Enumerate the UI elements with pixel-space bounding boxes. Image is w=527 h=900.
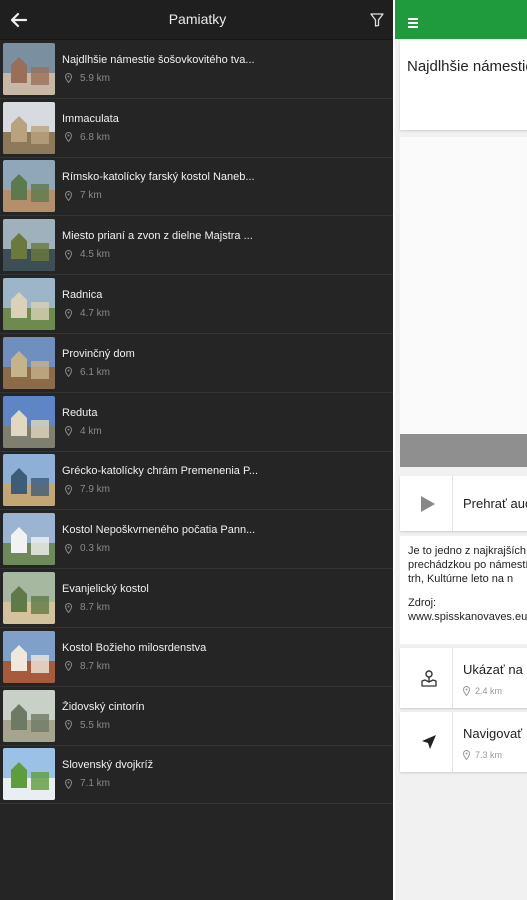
card-separator [452, 648, 453, 708]
landmark-thumbnail [3, 572, 55, 625]
list-item-distance: 4 km [62, 426, 393, 437]
source-link[interactable]: www.spisskanovaves.eu [408, 610, 527, 624]
play-audio-label: Prehrať audio [463, 496, 527, 511]
description-line: trh, Kultúrne leto na n [408, 573, 514, 585]
list-item[interactable]: Židovský cintorín 5.5 km [0, 687, 393, 746]
list-item[interactable]: Rímsko-katolícky farský kostol Naneb... 7… [0, 158, 393, 217]
page-title: Pamiatky [168, 11, 227, 27]
map-pin-icon [421, 670, 437, 687]
card-separator [452, 476, 453, 531]
list-item[interactable]: Provinčný dom 6.1 km [0, 334, 393, 393]
navigate-distance: 7.3 km [463, 750, 502, 760]
list-item[interactable]: Miesto prianí a zvon z dielne Majstra ..… [0, 216, 393, 276]
list-item-distance: 4.7 km [62, 308, 393, 319]
description-line: Je to jedno z najkrajších [408, 545, 527, 557]
landmark-thumbnail [3, 689, 55, 742]
source-label: Zdroj: [408, 597, 437, 609]
list-item-title: Židovský cintorín [62, 700, 145, 713]
landmark-thumbnail [3, 336, 55, 389]
list-item-title: Evanjelický kostol [62, 583, 149, 596]
detail-panel: Najdlhšie námestie šošovkovitého tvaru P… [395, 0, 527, 900]
list-item-distance: 0.3 km [62, 543, 393, 554]
detail-title: Najdlhšie námestie šošovkovitého tvaru [407, 58, 527, 75]
landmark-thumbnail [3, 160, 55, 213]
list-item[interactable]: Grécko-katolícky chrám Premenenia P... 7.… [0, 452, 393, 511]
play-icon [421, 496, 435, 512]
map-footer-strip [400, 434, 527, 467]
navigation-arrow-icon [422, 735, 436, 749]
list-item-distance: 4.5 km [62, 249, 393, 260]
filter-icon[interactable] [369, 12, 385, 28]
list-item-title: Slovenský dvojkríž [62, 759, 154, 772]
card-separator [452, 712, 453, 772]
show-on-map-button[interactable]: Ukázať na mape 2.4 km [400, 648, 527, 708]
play-audio-button[interactable]: Prehrať audio [400, 476, 527, 531]
list-item-title: Kostol Nepoškvrneného počatia Pann... [62, 524, 256, 537]
list-item-title: Miesto prianí a zvon z dielne Majstra ..… [62, 230, 253, 243]
description-block: Je to jedno z najkrajších prechádzkou po… [400, 536, 527, 644]
navigate-button[interactable]: Navigovať 7.3 km [400, 712, 527, 772]
landmark-thumbnail [3, 278, 55, 331]
list-item[interactable]: Slovenský dvojkríž 7.1 km [0, 746, 393, 805]
landmark-thumbnail [3, 513, 55, 566]
show-on-map-label: Ukázať na mape [463, 662, 527, 677]
list-item[interactable]: Reduta 4 km [0, 393, 393, 452]
show-on-map-distance: 2.4 km [463, 686, 502, 696]
landmark-thumbnail [3, 101, 55, 154]
list-item-title: Kostol Božieho milosrdenstva [62, 641, 207, 654]
location-pin-icon [463, 686, 470, 696]
list-item-distance: 5.5 km [62, 720, 393, 731]
landmark-thumbnail [3, 395, 55, 448]
list-item-distance: 7.1 km [62, 778, 393, 789]
list-item-title: Radnica [62, 289, 103, 302]
list-item[interactable]: Evanjelický kostol 8.7 km [0, 569, 393, 628]
detail-app-bar [395, 0, 527, 39]
landmarks-list: Najdlhšie námestie šošovkovitého tva... 5… [0, 40, 393, 805]
top-app-bar: Pamiatky [0, 0, 395, 40]
list-item-distance: 8.7 km [62, 602, 393, 613]
list-item[interactable]: Kostol Nepoškvrneného počatia Pann... 0.3… [0, 510, 393, 570]
menu-icon[interactable] [408, 15, 418, 28]
list-item[interactable]: Najdlhšie námestie šošovkovitého tva... 5… [0, 40, 393, 99]
landmark-thumbnail [3, 42, 55, 95]
description-line: prechádzkou po námestí [408, 559, 527, 571]
list-item-title: Reduta [62, 406, 98, 419]
list-item-title: Immaculata [62, 112, 119, 125]
landmark-thumbnail [3, 219, 55, 272]
list-item[interactable]: Kostol Božieho milosrdenstva 8.7 km [0, 628, 393, 687]
list-item[interactable]: Immaculata 6.8 km [0, 99, 393, 158]
list-item-distance: 7.9 km [62, 484, 393, 495]
landmark-thumbnail [3, 454, 55, 507]
list-item[interactable]: Radnica 4.7 km [0, 275, 393, 334]
landmark-thumbnail [3, 630, 55, 683]
list-item-distance: 6.1 km [62, 367, 393, 378]
list-item-title: Provinčný dom [62, 347, 135, 360]
detail-title-card: Najdlhšie námestie šošovkovitého tvaru [400, 40, 527, 130]
list-item-title: Rímsko-katolícky farský kostol Naneb... [62, 171, 255, 184]
list-item-distance: 6.8 km [62, 132, 393, 143]
landmarks-panel: Pamiatky Najdlhšie námestie šošovkovitéh… [0, 0, 395, 900]
map-view[interactable] [400, 137, 527, 434]
location-pin-icon [463, 750, 470, 760]
list-item-title: Najdlhšie námestie šošovkovitého tva... [62, 53, 255, 66]
list-item-distance: 8.7 km [62, 661, 393, 672]
navigate-label: Navigovať [463, 726, 523, 741]
list-item-distance: 5.9 km [62, 73, 393, 84]
list-item-distance: 7 km [62, 190, 393, 201]
list-item-title: Grécko-katolícky chrám Premenenia P... [62, 465, 259, 478]
landmark-thumbnail [3, 748, 55, 801]
